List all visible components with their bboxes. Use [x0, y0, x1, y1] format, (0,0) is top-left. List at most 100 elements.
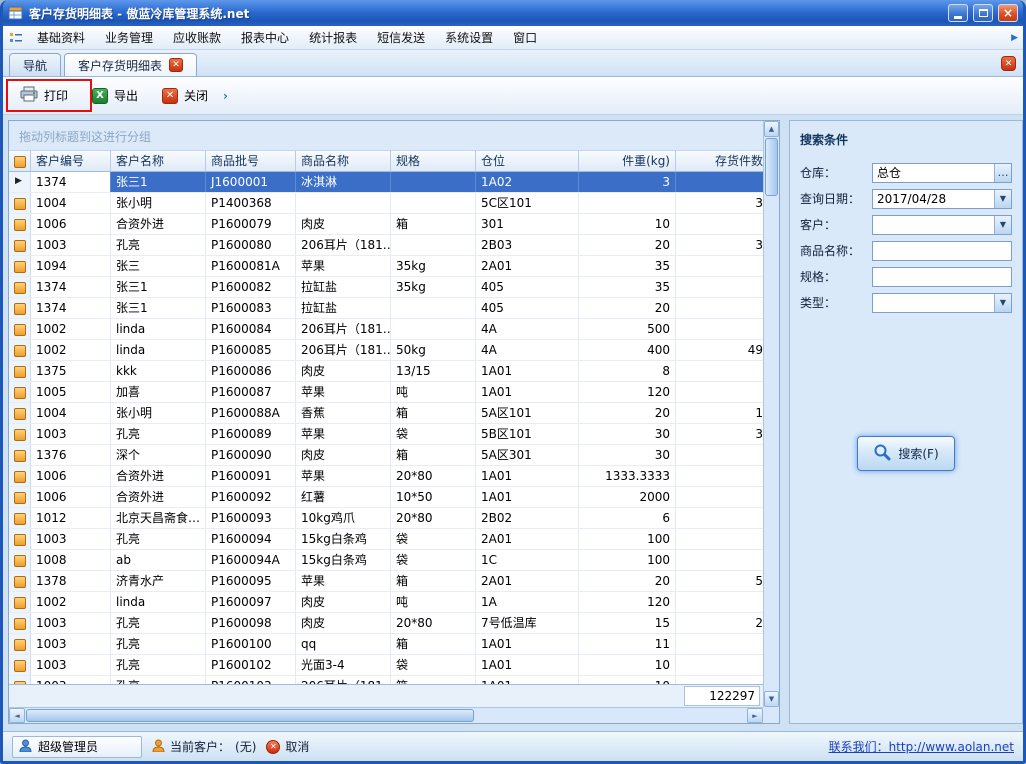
- menu-item[interactable]: 业务管理: [95, 25, 163, 50]
- table-row[interactable]: 1006合资外进P1600079肉皮箱30110: [9, 214, 763, 235]
- table-row[interactable]: 1376深个P1600090肉皮箱5A区30130: [9, 445, 763, 466]
- minimize-button[interactable]: [948, 4, 968, 22]
- cancel-customer[interactable]: ✕ 取消: [266, 738, 309, 755]
- cell: P1600091: [206, 466, 296, 486]
- cell: 1C: [476, 550, 579, 570]
- table-row[interactable]: 1003孔亮P160009415kg白条鸡袋2A01100: [9, 529, 763, 550]
- table-row[interactable]: 1003孔亮P1600098肉皮20*807号低温库152: [9, 613, 763, 634]
- table-row[interactable]: 1094张三P1600081A苹果35kg2A0135: [9, 256, 763, 277]
- menu-item[interactable]: 应收账款: [163, 25, 231, 50]
- tab-close-icon[interactable]: ✕: [169, 58, 183, 72]
- column-header[interactable]: 客户编号: [31, 151, 111, 171]
- search-field-label: 商品名称：: [800, 242, 872, 259]
- menu-item[interactable]: 短信发送: [367, 25, 435, 50]
- scroll-right-icon[interactable]: ►: [747, 708, 763, 723]
- column-header[interactable]: 存货件数: [676, 151, 763, 171]
- table-row[interactable]: 1374张三1P1600082拉缸盐35kg40535: [9, 277, 763, 298]
- search-field-input[interactable]: [873, 216, 994, 234]
- table-row[interactable]: 1374张三1P1600083拉缸盐40520: [9, 298, 763, 319]
- current-user-label: 超级管理员: [38, 738, 98, 755]
- scroll-left-icon[interactable]: ◄: [9, 708, 25, 723]
- grid-body: 1374张三1J1600001冰淇淋1A0231004张小明P14003685C…: [9, 172, 763, 684]
- cell: 35: [579, 256, 676, 276]
- tab-navigation[interactable]: 导航: [9, 53, 61, 76]
- horizontal-scroll-thumb[interactable]: [26, 709, 474, 722]
- menu-item[interactable]: 系统设置: [435, 25, 503, 50]
- cell: 箱: [391, 445, 476, 465]
- cell: 孔亮: [111, 613, 206, 633]
- search-fields: 仓库：…查询日期：▼客户：▼商品名称：规格：类型：▼: [800, 162, 1012, 318]
- table-row[interactable]: 1002lindaP1600085206耳片（181…50kg4A40049: [9, 340, 763, 361]
- table-row[interactable]: 1378济青水产P1600095苹果箱2A01205: [9, 571, 763, 592]
- cell: 肉皮: [296, 445, 391, 465]
- tab-report[interactable]: 客户存货明细表 ✕: [64, 53, 197, 76]
- cell: P1600084: [206, 319, 296, 339]
- table-row[interactable]: 1008abP1600094A15kg白条鸡袋1C100: [9, 550, 763, 571]
- customer-icon: [152, 739, 165, 755]
- search-button[interactable]: 搜索(F): [857, 436, 955, 471]
- table-row[interactable]: 1006合资外进P1600092红薯10*501A012000: [9, 487, 763, 508]
- menu-overflow-icon[interactable]: ▶: [1011, 33, 1018, 43]
- table-row[interactable]: 1003孔亮P1600103206耳片（181…箱1A0110: [9, 676, 763, 684]
- menu-item[interactable]: 基础资料: [27, 25, 95, 50]
- table-row[interactable]: 1375kkkP1600086肉皮13/151A018: [9, 361, 763, 382]
- column-header[interactable]: 件重(kg): [579, 151, 676, 171]
- cell: 1008: [31, 550, 111, 570]
- close-button[interactable]: ×: [998, 4, 1018, 22]
- table-row[interactable]: 1004张小明P1600088A香蕉箱5A区101201: [9, 403, 763, 424]
- table-row[interactable]: 1004张小明P14003685C区1013: [9, 193, 763, 214]
- cell: 1003: [31, 676, 111, 684]
- maximize-button[interactable]: [973, 4, 993, 22]
- contact-link[interactable]: 联系我们：http://www.aolan.net: [829, 738, 1014, 755]
- cell: 120: [579, 382, 676, 402]
- export-button[interactable]: X 导出: [83, 82, 147, 109]
- cell: P1600103: [206, 676, 296, 684]
- ellipsis-button[interactable]: …: [994, 164, 1011, 182]
- column-header[interactable]: 客户名称: [111, 151, 206, 171]
- cell: 6: [579, 508, 676, 528]
- document-close-button[interactable]: ✕: [1001, 56, 1016, 71]
- table-row[interactable]: 1003孔亮P1600102光面3-4袋1A0110: [9, 655, 763, 676]
- column-header[interactable]: 规格: [391, 151, 476, 171]
- menu-item[interactable]: 报表中心: [231, 25, 299, 50]
- search-field-input[interactable]: [873, 294, 994, 312]
- cell: 3: [676, 193, 763, 213]
- dropdown-button[interactable]: ▼: [994, 190, 1011, 208]
- column-header[interactable]: 商品名称: [296, 151, 391, 171]
- table-row[interactable]: 1005加喜P1600087苹果吨1A01120: [9, 382, 763, 403]
- menu-item[interactable]: 窗口: [503, 25, 547, 50]
- horizontal-scrollbar[interactable]: ◄ ►: [9, 707, 763, 723]
- dropdown-button[interactable]: ▼: [994, 216, 1011, 234]
- close-icon: ×: [1003, 6, 1013, 20]
- menu-item[interactable]: 统计报表: [299, 25, 367, 50]
- close-report-button[interactable]: ✕ 关闭: [153, 82, 217, 109]
- cell: 苹果: [296, 466, 391, 486]
- column-header[interactable]: 商品批号: [206, 151, 296, 171]
- table-row[interactable]: 1002lindaP1600084206耳片（181…4A500: [9, 319, 763, 340]
- search-field-input[interactable]: [873, 164, 994, 182]
- toolbar-overflow-icon[interactable]: ›: [223, 89, 228, 103]
- dropdown-button[interactable]: ▼: [994, 294, 1011, 312]
- cell: 肉皮: [296, 214, 391, 234]
- search-field: 商品名称：: [800, 240, 1012, 261]
- vertical-scroll-thumb[interactable]: [765, 138, 778, 196]
- search-field-input[interactable]: [873, 268, 1011, 286]
- vertical-scrollbar[interactable]: ▲ ▼: [763, 121, 779, 707]
- table-row[interactable]: 1003孔亮P1600089苹果袋5B区101303: [9, 424, 763, 445]
- search-field-input[interactable]: [873, 242, 1011, 260]
- table-row[interactable]: 1002lindaP1600097肉皮吨1A120: [9, 592, 763, 613]
- column-header[interactable]: 仓位: [476, 151, 579, 171]
- cell: [676, 445, 763, 465]
- scroll-up-icon[interactable]: ▲: [764, 121, 779, 137]
- table-row[interactable]: 1003孔亮P1600080206耳片（181…2B03203: [9, 235, 763, 256]
- table-row[interactable]: 1003孔亮P1600100qq箱1A0111: [9, 634, 763, 655]
- search-field-input[interactable]: [873, 190, 994, 208]
- scroll-down-icon[interactable]: ▼: [764, 691, 779, 707]
- table-row[interactable]: 1006合资外进P1600091苹果20*801A011333.3333: [9, 466, 763, 487]
- cell: [676, 382, 763, 402]
- table-row[interactable]: 1374张三1J1600001冰淇淋1A023: [9, 172, 763, 193]
- horizontal-scroll-track[interactable]: [475, 708, 747, 723]
- table-row[interactable]: 1012北京天昌斋食…P160009310kg鸡爪20*802B026: [9, 508, 763, 529]
- cell: 1003: [31, 613, 111, 633]
- vertical-scroll-track[interactable]: [764, 197, 779, 691]
